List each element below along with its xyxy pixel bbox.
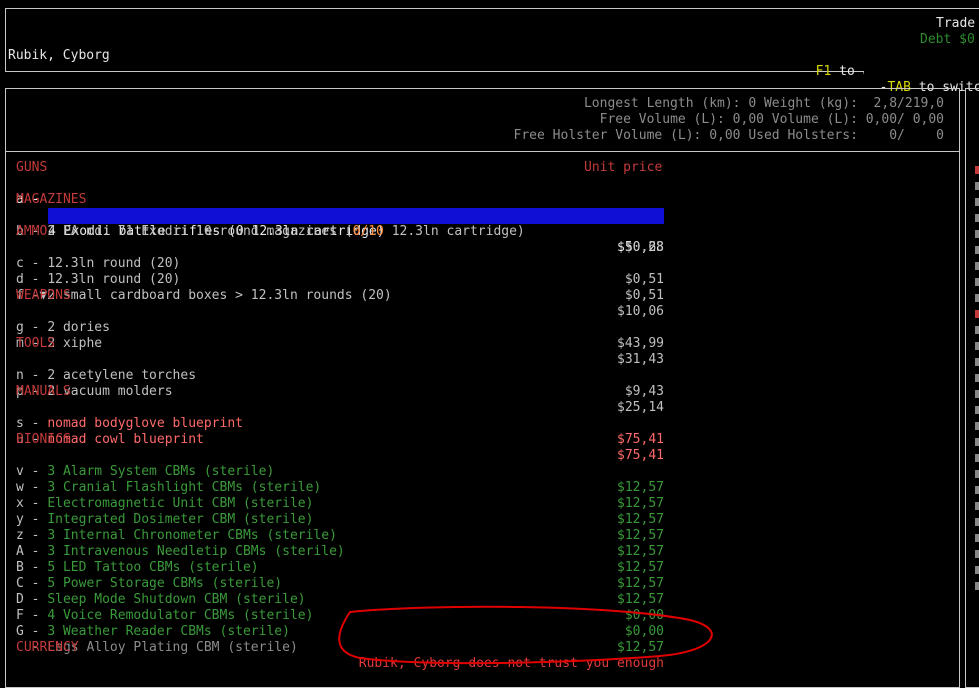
item-price: $75,41: [617, 432, 664, 447]
auto-balance-hint: F1 to auto balance with: [800, 48, 979, 79]
item-row-G[interactable]: G - 3 Weather Reader CBMs (sterile) $12,…: [16, 608, 664, 655]
item-name: 2 PA md. 71 Exodii 10-round magazines (: [47, 224, 353, 239]
category-tools: TOOLS: [16, 336, 56, 351]
item-row-p[interactable]: p - 2 vacuum molders $25,14: [16, 368, 664, 415]
item-row-a[interactable]: a - 4 Exodii battle rifles (0 12.3ln car…: [16, 176, 664, 255]
stats-line-length-weight: Longest Length (km): 0 Weight (kg): 2,8/…: [583, 96, 944, 111]
item-row-legs-plating: - Legs Alloy Plating CBM (sterile) Rubik…: [16, 624, 664, 671]
switch-hint: -TAB to switch: [864, 64, 979, 95]
item-price: $0,51: [624, 288, 664, 303]
item-row-n[interactable]: n - 2 acetylene torches $9,43: [16, 352, 664, 399]
item-row-x[interactable]: x - Electromagnetic Unit CBM (sterile) $…: [16, 480, 664, 527]
category-weapons: WEAPONS: [16, 288, 71, 303]
item-row-C[interactable]: C - 5 Power Storage CBMs (sterile) $12,5…: [16, 560, 664, 607]
item-name: Legs Alloy Plating CBM (sterile): [47, 640, 298, 655]
item-price: $43,99: [617, 336, 664, 351]
item-row-y[interactable]: y - Integrated Dosimeter CBM (sterile) $…: [16, 496, 664, 543]
item-row-f[interactable]: f -▼2 small cardboard boxes > 12.3ln rou…: [16, 272, 664, 319]
item-price: $12,57: [617, 640, 664, 655]
item-row-m[interactable]: m - 2 xiphe $31,43: [16, 320, 664, 367]
item-row-d[interactable]: d - 12.3ln round (20) $0,51: [16, 256, 664, 303]
category-ammo: AMMO: [16, 224, 48, 239]
stats-line-holsters: Free Holster Volume (L): 0,00 Used Holst…: [513, 128, 944, 143]
item-name-tail: 12.3ln cartridge): [383, 224, 525, 239]
debt-label: Debt $0: [920, 32, 975, 47]
item-row-D[interactable]: D - Sleep Mode Shutdown CBM (sterile) $0…: [16, 576, 664, 623]
category-currency: CURRENCY: [16, 640, 79, 655]
item-row-w[interactable]: w - 3 Cranial Flashlight CBMs (sterile) …: [16, 464, 664, 511]
category-bionics: BIONICS: [16, 432, 71, 447]
item-label: f -▼2 small cardboard boxes > 12.3ln rou…: [16, 288, 392, 304]
stats-line-volume: Free Volume (L): 0,00 Volume (L): 0,00/ …: [599, 112, 944, 127]
category-manuals: MANUALS: [16, 384, 71, 399]
category-magazines: MAGAZINES: [16, 192, 87, 207]
f1-key[interactable]: F1: [816, 64, 832, 79]
item-row-z[interactable]: z - 3 Internal Chronometer CBMs (sterile…: [16, 512, 664, 559]
trade-title: Trade: [936, 16, 976, 31]
panel-divider: [6, 151, 960, 152]
npc-name: Rubik, Cyborg: [8, 48, 110, 63]
item-row-v[interactable]: v - 3 Alarm System CBMs (sterile) $12,57: [16, 448, 664, 495]
item-row-F[interactable]: F - 4 Voice Remodulator CBMs (sterile) $…: [16, 592, 664, 639]
item-row-u[interactable]: u - nomad cowl blueprint $75,41: [16, 416, 664, 463]
item-row-g[interactable]: g - 2 dories $43,99: [16, 304, 664, 351]
item-row-A[interactable]: A - 3 Intravenous Needletip CBMs (steril…: [16, 528, 664, 575]
item-row-B[interactable]: B - 5 LED Tattoo CBMs (sterile) $12,57: [16, 544, 664, 591]
item-row-s[interactable]: s - nomad bodyglove blueprint $75,41: [16, 400, 664, 447]
unit-price-header: Unit price: [584, 160, 663, 175]
item-name: ▼2 small cardboard boxes > 12.3ln rounds…: [39, 288, 392, 303]
item-name: 2 xiphe: [47, 336, 103, 351]
magazine-count: 0/10: [352, 224, 384, 239]
right-panel-partial-content: [975, 164, 979, 664]
item-row-c[interactable]: c - 12.3ln round (20) $0,51: [16, 240, 664, 287]
category-guns: GUNS: [16, 160, 48, 175]
trust-warning: Rubik, Cyborg does not trust you enough: [358, 656, 664, 671]
item-row-b[interactable]: b - 2 PA md. 71 Exodii 10-round magazine…: [16, 208, 664, 255]
item-label: b - 2 PA md. 71 Exodii 10-round magazine…: [16, 224, 525, 240]
item-price: $9,43: [624, 384, 664, 399]
